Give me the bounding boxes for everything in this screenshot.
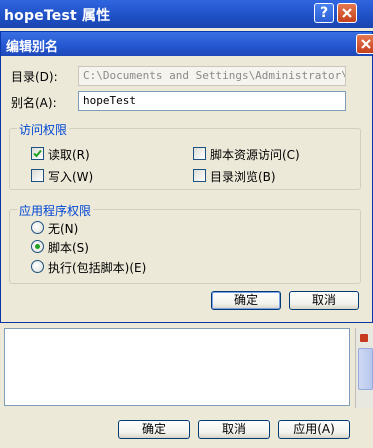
properties-apply-button[interactable]: 应用(A): [278, 420, 350, 439]
execute-label[interactable]: 执行(包括脚本)(E): [48, 259, 146, 276]
edit-alias-dialog: 编辑别名 目录(D): C:\Documents and Settings\Ad…: [0, 31, 373, 323]
alias-label: 别名(A):: [11, 96, 57, 110]
scrollbar-thumb[interactable]: [358, 348, 373, 390]
scripts-radio[interactable]: [31, 240, 44, 253]
properties-list-panel: [4, 328, 350, 406]
properties-title-bar: hopeTest 属性 ?: [0, 0, 373, 28]
write-label[interactable]: 写入(W): [48, 168, 93, 185]
properties-title: hopeTest 属性: [4, 8, 111, 24]
dialog-ok-button[interactable]: 确定: [211, 291, 281, 310]
app-permissions-title: 应用程序权限: [17, 202, 94, 219]
scripts-label[interactable]: 脚本(S): [48, 239, 89, 256]
directory-field: C:\Documents and Settings\Administrator\…: [78, 66, 346, 86]
close-icon: [361, 39, 371, 49]
write-checkbox[interactable]: [31, 169, 44, 182]
script-source-label[interactable]: 脚本资源访问(C): [210, 146, 300, 163]
access-permissions-title: 访问权限: [17, 121, 70, 138]
properties-cancel-button[interactable]: 取消: [198, 420, 270, 439]
radio-dot-icon: [35, 244, 40, 249]
dialog-title: 编辑别名: [6, 40, 59, 55]
dialog-title-bar: 编辑别名: [1, 32, 372, 56]
directory-browse-checkbox[interactable]: [193, 169, 206, 182]
dialog-close-button[interactable]: [356, 34, 373, 54]
directory-browse-label[interactable]: 目录浏览(B): [210, 168, 276, 185]
script-source-checkbox[interactable]: [193, 147, 206, 160]
read-checkbox[interactable]: [31, 147, 44, 160]
execute-radio[interactable]: [31, 260, 44, 273]
read-label[interactable]: 读取(R): [48, 146, 90, 163]
close-icon: [342, 8, 352, 18]
checkmark-icon: [33, 149, 42, 158]
properties-scrollbar[interactable]: [355, 328, 373, 408]
properties-ok-button[interactable]: 确定: [118, 420, 190, 439]
alias-input[interactable]: hopeTest: [78, 91, 346, 111]
none-radio[interactable]: [31, 221, 44, 234]
directory-label: 目录(D):: [11, 70, 58, 84]
none-label[interactable]: 无(N): [48, 220, 78, 237]
help-icon: ?: [319, 5, 329, 21]
partial-icon: [360, 334, 368, 342]
dialog-cancel-button[interactable]: 取消: [289, 291, 359, 310]
properties-close-button[interactable]: [337, 3, 357, 23]
help-button[interactable]: ?: [314, 3, 334, 23]
